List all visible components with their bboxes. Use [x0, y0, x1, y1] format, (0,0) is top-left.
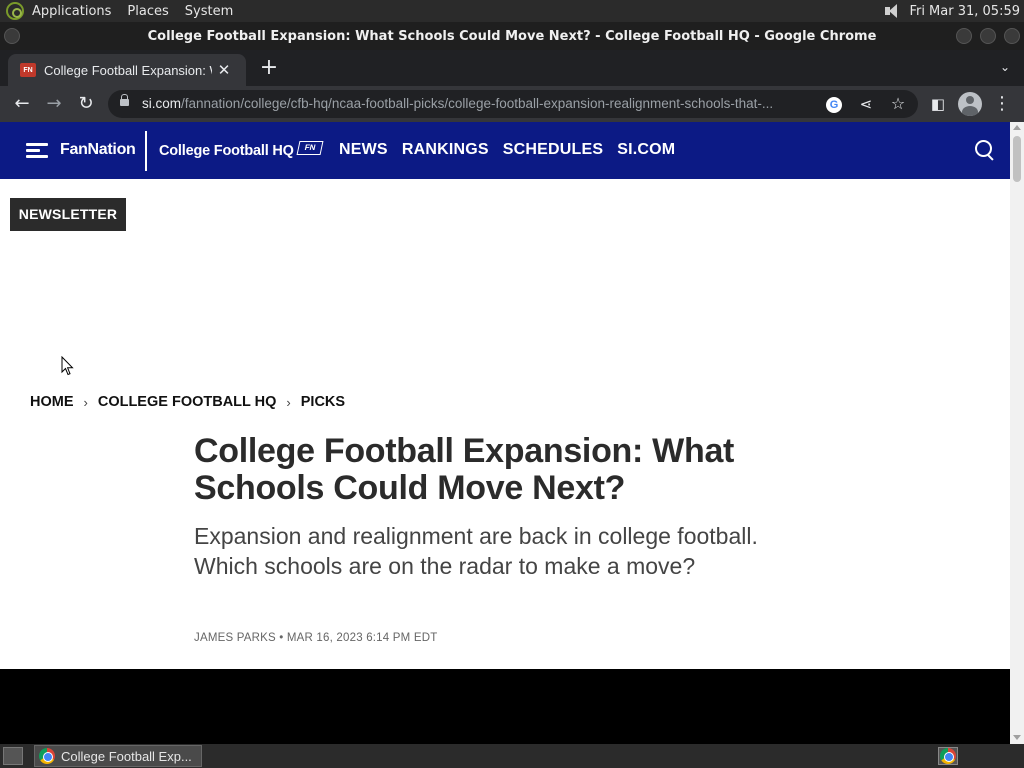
search-icon[interactable]	[974, 139, 996, 161]
new-tab-button[interactable]: +	[258, 57, 280, 79]
profile-avatar-icon[interactable]	[958, 92, 982, 116]
address-bar[interactable]: si.com/fannation/college/cfb-hq/ncaa-foo…	[108, 90, 918, 118]
forward-arrow-icon[interactable]: →	[42, 92, 66, 116]
chrome-icon	[39, 748, 55, 764]
url-text[interactable]: si.com/fannation/college/cfb-hq/ncaa-foo…	[142, 96, 814, 111]
nav-si-com[interactable]: SI.COM	[617, 141, 675, 159]
breadcrumb-college-football-hq[interactable]: COLLEGE FOOTBALL HQ	[98, 394, 277, 410]
nav-divider	[145, 131, 147, 171]
article-headline: College Football Expansion: What Schools…	[194, 432, 735, 507]
browser-tab-active[interactable]: FN College Football Expansion: W ✕	[8, 54, 246, 86]
lock-icon[interactable]	[120, 94, 129, 109]
video-player[interactable]	[0, 669, 1010, 744]
nav-rankings[interactable]: RANKINGS	[402, 141, 489, 159]
places-menu[interactable]: Places	[127, 4, 168, 19]
breadcrumb-separator-icon: ›	[83, 394, 88, 410]
scroll-down-arrow-icon[interactable]	[1013, 735, 1021, 740]
article-byline: JAMES PARKS • MAR 16, 2023 6:14 PM EDT	[194, 632, 438, 644]
show-desktop-icon[interactable]	[3, 747, 23, 765]
article-subheadline: Expansion and realignment are back in co…	[194, 523, 758, 579]
reload-icon[interactable]: ↻	[74, 92, 98, 116]
system-top-panel: Applications Places System Fri Mar 31, 0…	[0, 0, 1024, 22]
tab-close-icon[interactable]: ✕	[216, 61, 232, 79]
minimize-button[interactable]	[956, 28, 972, 44]
nav-news[interactable]: NEWS	[339, 141, 388, 159]
bottom-taskbar: College Football Exp...	[0, 744, 1024, 768]
browser-toolbar: ← → ↻ si.com/fannation/college/cfb-hq/nc…	[0, 86, 1024, 122]
mouse-pointer-icon	[61, 356, 74, 376]
section-logo[interactable]: College Football HQ	[159, 143, 294, 159]
site-favicon-icon: FN	[20, 63, 36, 77]
bookmark-star-icon[interactable]: ☆	[886, 92, 910, 116]
scrollbar-thumb[interactable]	[1013, 136, 1021, 182]
fn-badge-icon: FN	[296, 141, 324, 155]
nav-schedules[interactable]: SCHEDULES	[503, 141, 603, 159]
breadcrumb-picks[interactable]: PICKS	[301, 394, 345, 410]
breadcrumb-home[interactable]: HOME	[30, 394, 74, 410]
side-panel-icon[interactable]: ◧	[926, 92, 950, 116]
tab-title: College Football Expansion: W	[44, 62, 212, 78]
chrome-icon	[940, 748, 956, 764]
clock[interactable]: Fri Mar 31, 05:59	[909, 4, 1020, 19]
system-menu[interactable]: System	[185, 4, 233, 19]
maximize-button[interactable]	[980, 28, 996, 44]
page-scrollbar[interactable]	[1010, 122, 1024, 744]
hamburger-menu-icon[interactable]	[26, 141, 48, 159]
primary-nav: NEWS RANKINGS SCHEDULES SI.COM	[339, 141, 675, 159]
tray-chrome-icon[interactable]	[938, 747, 958, 765]
close-window-button[interactable]	[1004, 28, 1020, 44]
window-title: College Football Expansion: What Schools…	[147, 28, 877, 44]
volume-icon[interactable]	[883, 3, 901, 19]
back-arrow-icon[interactable]: ←	[10, 92, 34, 116]
newsletter-button[interactable]: NEWSLETTER	[10, 198, 126, 231]
window-titlebar: College Football Expansion: What Schools…	[0, 22, 1024, 50]
site-navbar: FanNation College Football HQ FN NEWS RA…	[0, 122, 1010, 179]
google-lens-icon[interactable]: G	[826, 97, 842, 113]
share-icon[interactable]: ⋖	[854, 92, 878, 116]
tab-strip: FN College Football Expansion: W ✕ + ⌄	[0, 50, 1024, 86]
applications-menu[interactable]: Applications	[32, 4, 111, 19]
fannation-logo[interactable]: FanNation	[60, 141, 136, 159]
taskbar-chrome-window[interactable]: College Football Exp...	[34, 745, 202, 767]
breadcrumb-separator-icon: ›	[286, 394, 291, 410]
distro-logo-icon[interactable]	[6, 2, 24, 20]
chrome-menu-icon[interactable]: ⋮	[990, 92, 1014, 116]
taskbar-window-label: College Football Exp...	[61, 748, 192, 764]
page-viewport: FanNation College Football HQ FN NEWS RA…	[0, 122, 1010, 744]
tab-search-chevron-icon[interactable]: ⌄	[1000, 60, 1010, 74]
window-menu-button[interactable]	[4, 28, 20, 44]
breadcrumb: HOME › COLLEGE FOOTBALL HQ › PICKS	[30, 394, 345, 410]
scroll-up-arrow-icon[interactable]	[1013, 125, 1021, 130]
